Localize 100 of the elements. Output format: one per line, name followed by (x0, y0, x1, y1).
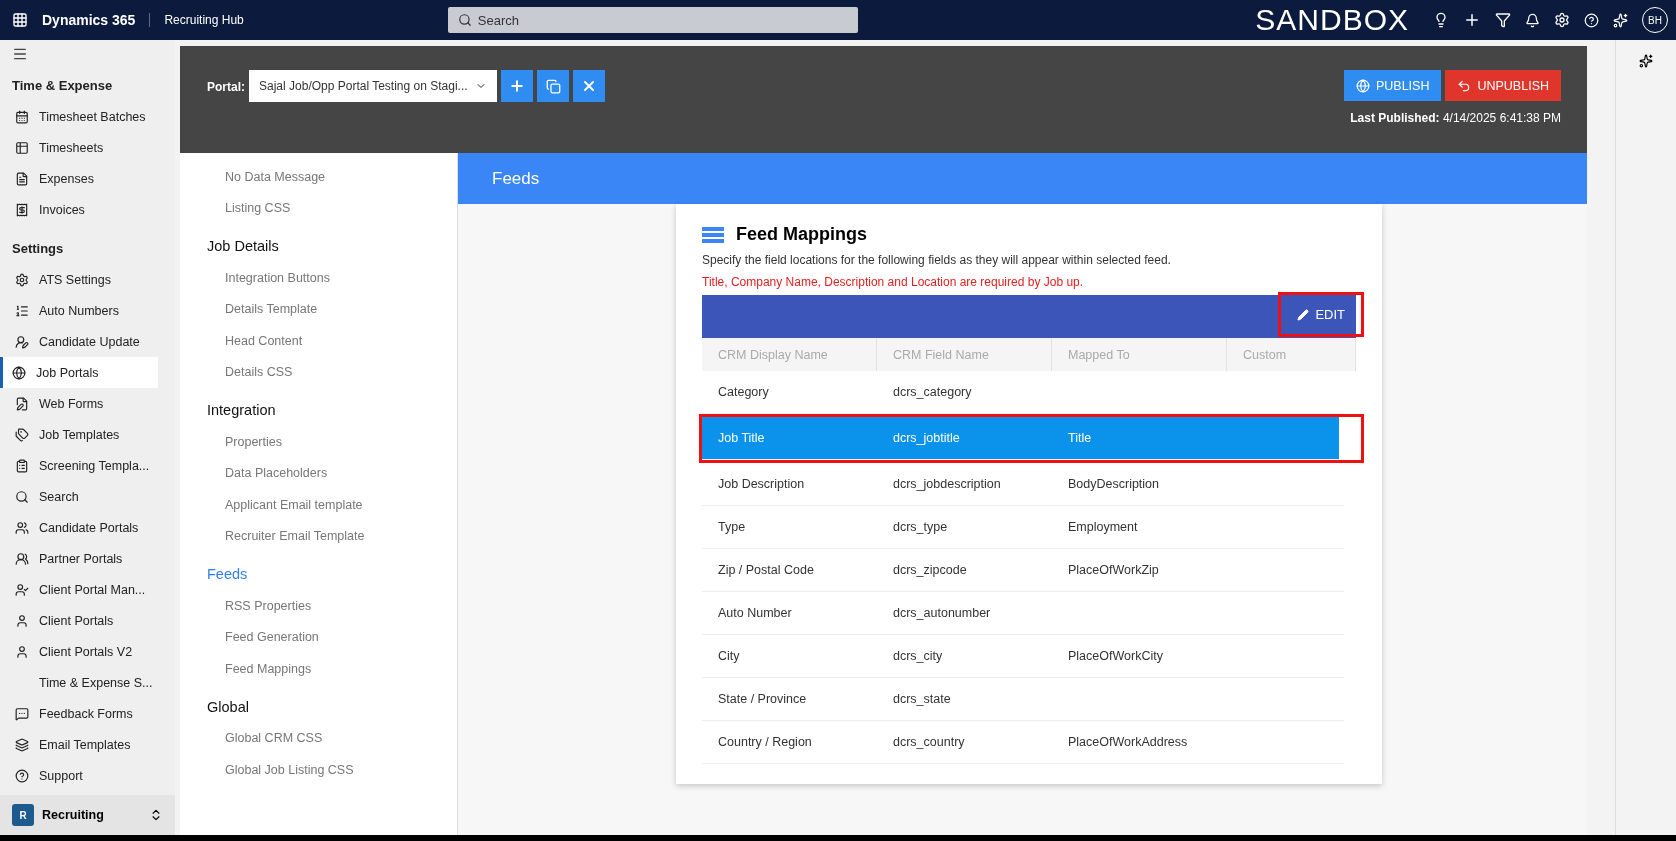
nav-link[interactable]: Properties (207, 426, 457, 458)
sidebar-item[interactable]: Job Templates (0, 419, 158, 450)
add-button[interactable] (501, 70, 533, 102)
sidebar-item[interactable]: Client Portal Man... (0, 574, 158, 605)
copy-icon (545, 78, 561, 94)
table-cell-text: dcrs_state (892, 691, 952, 708)
delete-button[interactable] (573, 70, 605, 102)
unpublish-button[interactable]: UNPUBLISH (1445, 70, 1561, 101)
numbered-list-icon (15, 303, 29, 318)
table-cell-text: Job Title (717, 430, 766, 447)
nav-link[interactable]: Details Template (207, 293, 457, 325)
last-published-text: Last Published: 4/14/2025 6:41:38 PM (1350, 111, 1561, 125)
filter-icon[interactable] (1495, 12, 1511, 28)
sidebar-item[interactable]: Candidate Update (0, 326, 158, 357)
people-icon (15, 520, 29, 535)
area-switcher[interactable]: R Recruiting (0, 795, 175, 835)
nav-link[interactable]: Global Job Listing CSS (207, 754, 457, 786)
sidebar-item[interactable]: Email Templates (0, 729, 158, 760)
table-cell-text: dcrs_jobdescription (892, 476, 1002, 493)
table-cell-text: PlaceOfWorkZip (1067, 562, 1160, 579)
table-cell-text: Job Description (717, 476, 806, 493)
section-header: Feeds (458, 153, 1587, 204)
nav-link[interactable]: Data Placeholders (207, 457, 457, 489)
close-icon (581, 78, 597, 94)
sparkle-icon[interactable] (1639, 54, 1653, 68)
search-field[interactable]: Search (447, 7, 858, 33)
nav-heading[interactable]: Integration (207, 402, 457, 418)
sidebar-item[interactable]: Search (0, 481, 158, 512)
area-name: Recruiting (42, 808, 105, 822)
group-icon (15, 551, 29, 566)
nav-link[interactable]: Feed Generation (207, 621, 457, 653)
copy-button[interactable] (537, 70, 569, 102)
nav-link[interactable]: Listing CSS (207, 192, 457, 224)
sidebar-item[interactable]: Client Portals V2 (0, 636, 158, 667)
nav-link[interactable]: Applicant Email template (207, 489, 457, 521)
table-cell-text: dcrs_country (892, 734, 966, 751)
nav-link[interactable]: Feed Mappings (207, 653, 457, 685)
nav-link[interactable]: RSS Properties (207, 590, 457, 622)
card-title: Feed Mappings (736, 224, 867, 245)
nav-heading[interactable]: Job Details (207, 238, 457, 254)
table-cell-text: State / Province (717, 691, 808, 708)
pencil-icon (1297, 308, 1310, 321)
table-cell-text: Employment (1067, 519, 1139, 536)
sidebar-item[interactable]: Screening Templa... (0, 450, 158, 481)
sidebar-item[interactable]: Timesheet Batches (0, 101, 158, 132)
nav-link[interactable]: Head Content (207, 325, 457, 357)
table-cell-text: dcrs_jobtitle (892, 430, 961, 447)
person-edit-icon (15, 334, 29, 349)
sidebar-item[interactable]: Expenses (0, 163, 158, 194)
sidebar-item[interactable]: Time & Expense S... (0, 667, 158, 698)
help-icon[interactable] (1584, 12, 1599, 28)
sidebar-item[interactable]: Client Portals (0, 605, 158, 636)
add-icon[interactable] (1463, 11, 1481, 29)
receipt-icon (15, 202, 29, 217)
sidebar-item[interactable]: Job Portals (0, 357, 158, 388)
nav-link[interactable]: Details CSS (207, 356, 457, 388)
app-launcher-icon[interactable] (12, 12, 28, 28)
table-cell-text: dcrs_type (892, 519, 949, 536)
sidebar-item[interactable]: Candidate Portals (0, 512, 158, 543)
table-icon (15, 140, 29, 155)
table-cell-text: Category (717, 384, 770, 401)
table-cell-text: Auto Number (717, 605, 793, 622)
lightbulb-icon[interactable] (1433, 12, 1449, 28)
tags-icon (15, 427, 29, 442)
table-cell-text: Title (1067, 430, 1093, 447)
sidebar-item[interactable]: Support (0, 760, 158, 791)
nav-link[interactable]: No Data Message (207, 161, 457, 193)
settings-icon[interactable] (1554, 12, 1570, 28)
sidebar-item[interactable]: Invoices (0, 194, 158, 225)
portal-dropdown[interactable]: Sajal Job/Opp Portal Testing on Stagi... (249, 70, 497, 102)
document-icon (15, 171, 29, 186)
nav-heading[interactable]: Feeds (207, 566, 457, 582)
nav-link[interactable]: Recruiter Email Template (207, 520, 457, 552)
table-cell-text: PlaceOfWorkCity (1067, 648, 1164, 665)
sidebar-item[interactable]: ATS Settings (0, 264, 158, 295)
sidebar-item[interactable]: Auto Numbers (0, 295, 158, 326)
table-cell-text: dcrs_autonumber (892, 605, 992, 622)
environment-label: SANDBOX (1255, 3, 1409, 37)
nav-link[interactable]: Integration Buttons (207, 262, 457, 294)
bell-icon[interactable] (1525, 12, 1540, 28)
sidebar-item[interactable]: Feedback Forms (0, 698, 158, 729)
list-icon (702, 226, 724, 243)
clipboard-icon (15, 458, 29, 473)
portal-label: Portal: (207, 80, 245, 94)
table-cell-text: Type (717, 519, 747, 536)
sidebar-item[interactable]: Partner Portals (0, 543, 158, 574)
edit-button[interactable]: EDIT (1287, 299, 1355, 330)
globe-icon (1355, 78, 1370, 93)
menu-icon[interactable] (12, 46, 28, 62)
sidebar-item[interactable]: Timesheets (0, 132, 158, 163)
help-icon (15, 768, 29, 783)
nav-link[interactable]: Global CRM CSS (207, 722, 457, 754)
form-edit-icon (15, 396, 29, 411)
sidebar-item[interactable]: Web Forms (0, 388, 158, 419)
plus-icon (509, 78, 525, 94)
table-cell-text: dcrs_city (892, 648, 944, 665)
table-cell-text: BodyDescription (1067, 476, 1160, 493)
table-cell-text: dcrs_zipcode (892, 562, 968, 579)
nav-heading[interactable]: Global (207, 698, 457, 715)
description-text: Specify the field locations for the following fields as they will appear within selected feed. (702, 253, 1172, 267)
